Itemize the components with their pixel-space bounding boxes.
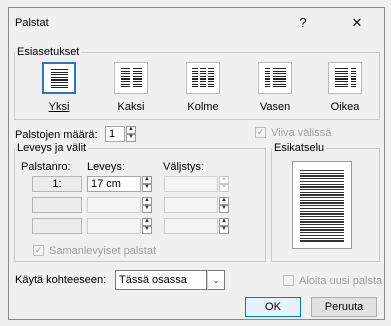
preset-right[interactable]: Oikea — [315, 62, 375, 113]
equal-width-label: Samanlevyiset palstat — [49, 245, 156, 257]
width-input-1[interactable]: 17 cm — [87, 176, 141, 192]
presets-group-label: Esiasetukset — [15, 46, 82, 58]
left-column-icon — [258, 62, 292, 94]
apply-to-label: Käytä kohteeseen: — [15, 274, 107, 286]
spacing-down-3[interactable]: ▼ — [219, 226, 229, 234]
preset-two-label: Kaksi — [117, 101, 145, 113]
close-button[interactable]: ✕ — [345, 12, 369, 34]
column-count-down[interactable]: ▼ — [126, 134, 136, 142]
column-row-button[interactable] — [32, 218, 82, 234]
preset-right-label: Oikea — [330, 101, 360, 113]
spacing-input-3[interactable] — [164, 218, 218, 234]
widths-group-label: Leveys ja välit — [15, 142, 89, 154]
width-header: Leveys: — [87, 161, 125, 173]
preset-left[interactable]: Vasen — [245, 62, 305, 113]
preset-one-label: Yksi — [48, 101, 70, 113]
help-button[interactable]: ? — [291, 12, 315, 34]
column-row-button[interactable] — [32, 197, 82, 213]
equal-width-checkbox[interactable]: ✓ — [33, 245, 44, 256]
chevron-down-icon: ⌄ — [212, 275, 220, 285]
column-count-up[interactable]: ▲ — [126, 126, 136, 134]
preset-one[interactable]: Yksi — [29, 62, 89, 113]
column-row-button[interactable]: 1: — [32, 176, 82, 192]
width-down-3[interactable]: ▼ — [142, 226, 152, 234]
preset-left-label: Vasen — [259, 101, 291, 113]
line-between-checkbox[interactable]: ✓ — [255, 127, 266, 138]
one-column-icon — [42, 62, 76, 94]
width-down-1[interactable]: ▼ — [142, 184, 152, 192]
spacing-up-2[interactable]: ▲ — [219, 197, 229, 205]
new-column-checkbox[interactable] — [283, 275, 294, 286]
spacing-down-1[interactable]: ▼ — [219, 184, 229, 192]
spacing-down-2[interactable]: ▼ — [219, 205, 229, 213]
columns-dialog: Palstat ? ✕ Esiasetukset Yksi Kaksi Kolm… — [8, 7, 385, 320]
spacing-up-3[interactable]: ▲ — [219, 218, 229, 226]
close-icon: ✕ — [351, 15, 363, 30]
width-input-3[interactable] — [87, 218, 141, 234]
apply-to-dropdown-button[interactable]: ⌄ — [207, 270, 225, 290]
preview-group-label: Esikatselu — [272, 142, 327, 154]
width-up-3[interactable]: ▲ — [142, 218, 152, 226]
dialog-title: Palstat — [15, 17, 49, 29]
line-between-label: Viiva välissä — [271, 127, 332, 139]
spacing-input-2[interactable] — [164, 197, 218, 213]
preset-three[interactable]: Kolme — [173, 62, 233, 113]
new-column-label: Aloita uusi palsta — [299, 275, 383, 287]
check-icon: ✓ — [256, 127, 265, 137]
spacing-header: Väljstys: — [163, 161, 204, 173]
width-up-1[interactable]: ▲ — [142, 176, 152, 184]
ok-button[interactable]: OK — [245, 297, 301, 317]
col-number-header: Palstanro: — [21, 161, 71, 173]
three-columns-icon — [186, 62, 220, 94]
two-columns-icon — [114, 62, 148, 94]
apply-to-select[interactable]: Tässä osassa — [115, 270, 207, 290]
column-count-label: Palstojen määrä: — [15, 129, 98, 141]
preview-page — [292, 161, 352, 249]
spacing-up-1[interactable]: ▲ — [219, 176, 229, 184]
preset-three-label: Kolme — [187, 101, 219, 113]
column-count-input[interactable]: 1 — [105, 126, 125, 142]
width-down-2[interactable]: ▼ — [142, 205, 152, 213]
width-up-2[interactable]: ▲ — [142, 197, 152, 205]
width-input-2[interactable] — [87, 197, 141, 213]
preset-two[interactable]: Kaksi — [101, 62, 161, 113]
cancel-button[interactable]: Peruuta — [311, 297, 377, 317]
check-icon: ✓ — [34, 245, 43, 255]
right-column-icon — [328, 62, 362, 94]
spacing-input-1[interactable] — [164, 176, 218, 192]
